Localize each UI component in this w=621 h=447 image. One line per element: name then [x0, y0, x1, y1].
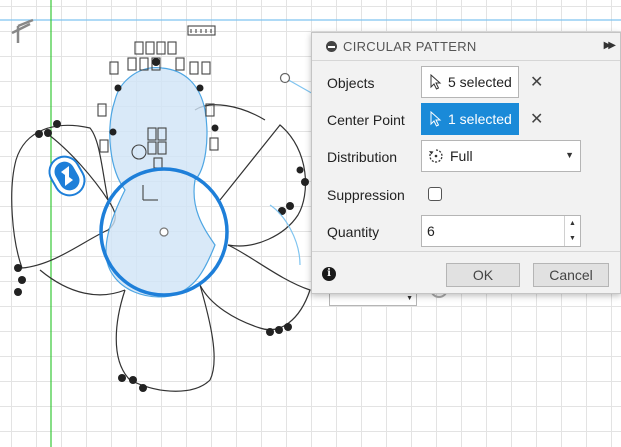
center-point-label: Center Point — [327, 112, 405, 128]
quantity-label: Quantity — [327, 224, 380, 240]
dialog-title: CIRCULAR PATTERN — [343, 39, 477, 54]
dialog-header: CIRCULAR PATTERN ▶▶ — [312, 33, 620, 61]
view-triad-icon — [11, 18, 34, 43]
close-icon[interactable]: ✕ — [530, 72, 543, 92]
center-point — [159, 227, 169, 237]
cursor-arrow-icon — [430, 111, 442, 127]
distribution-label: Distribution — [327, 149, 398, 165]
minus-circle-icon[interactable] — [326, 41, 337, 52]
close-icon[interactable]: ✕ — [530, 109, 543, 129]
quantity-row: Quantity ▲ ▼ — [312, 215, 620, 249]
distribution-value: Full — [450, 148, 473, 164]
selected-profile-fill — [105, 67, 216, 298]
distribution-dropdown[interactable]: Full ▼ — [421, 140, 581, 172]
double-chevron-right-icon[interactable]: ▶▶ — [604, 40, 617, 51]
cursor-arrow-icon — [430, 74, 442, 90]
rotate-icon — [429, 149, 443, 163]
suppression-checkbox[interactable] — [428, 187, 442, 201]
chevron-down-icon[interactable]: ▼ — [565, 231, 580, 246]
center-point-select-button[interactable]: 1 selected — [421, 103, 519, 135]
cancel-button[interactable]: Cancel — [533, 263, 609, 287]
info-icon[interactable]: i — [322, 267, 336, 281]
objects-select-button[interactable]: 5 selected — [421, 66, 519, 98]
chevron-down-icon: ▼ — [565, 150, 574, 160]
suppression-label: Suppression — [327, 187, 405, 203]
dialog-footer: i OK Cancel — [312, 251, 620, 293]
distribution-row: Distribution Full ▼ — [312, 140, 620, 174]
center-point-value: 1 selected — [448, 111, 512, 127]
circular-pattern-dialog: CIRCULAR PATTERN ▶▶ Objects 5 selected ✕… — [311, 32, 621, 294]
quantity-input[interactable] — [422, 216, 567, 246]
suppression-row: Suppression — [312, 178, 620, 212]
quantity-spinner[interactable]: ▲ ▼ — [564, 216, 580, 246]
objects-value: 5 selected — [448, 74, 512, 90]
objects-label: Objects — [327, 75, 375, 91]
objects-row: Objects 5 selected ✕ — [312, 66, 620, 100]
quantity-stepper[interactable]: ▲ ▼ — [421, 215, 581, 247]
chevron-up-icon[interactable]: ▲ — [565, 216, 580, 231]
center-point-row: Center Point 1 selected ✕ — [312, 103, 620, 137]
ok-button[interactable]: OK — [446, 263, 520, 287]
